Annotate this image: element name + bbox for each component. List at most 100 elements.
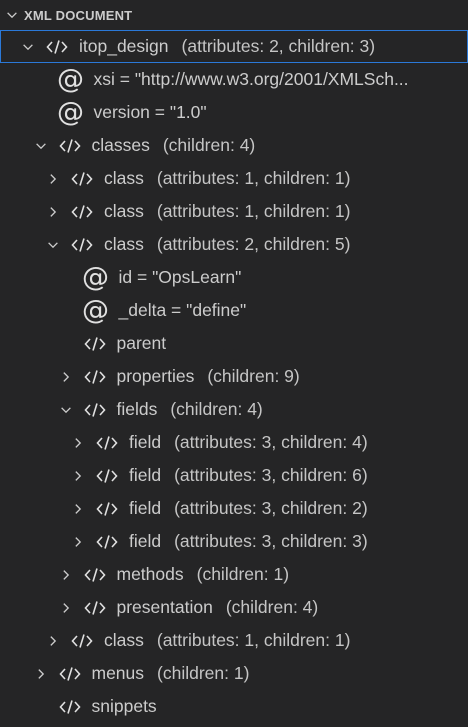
tree-row[interactable]: @ id = "OpsLearn": [0, 261, 468, 294]
tree-row-description: (children: 9): [207, 366, 300, 386]
code-tag-icon: [96, 534, 118, 550]
tree-row-description: (children: 1): [157, 663, 250, 683]
tree-row[interactable]: field (attributes: 3, children: 4): [0, 426, 468, 459]
tree-row-label: snippets: [91, 696, 157, 716]
tree-row-label: properties: [116, 366, 195, 386]
tree-row-label: parent: [116, 333, 167, 353]
chevron-down-icon[interactable]: [20, 39, 36, 55]
code-tag-icon: [83, 336, 106, 352]
at-sign-icon: @: [57, 64, 84, 95]
code-tag-icon: [96, 468, 118, 484]
at-sign-icon: @: [57, 97, 84, 128]
tree-row-label: class: [104, 168, 144, 188]
tree-row-description: (children: 1): [196, 564, 290, 584]
tree-row[interactable]: itop_design (attributes: 2, children: 3): [0, 30, 468, 63]
chevron-down-icon[interactable]: [4, 8, 20, 22]
code-tag-icon: [71, 633, 93, 649]
tree-row[interactable]: class (attributes: 2, children: 5): [0, 228, 468, 261]
chevron-right-icon[interactable]: [70, 501, 86, 517]
tree-row-label: field: [129, 498, 162, 518]
tree-row-description: (attributes: 3, children: 4): [174, 432, 368, 452]
tree-row-label: xsi = "http://www.w3.org/2001/XMLSch...: [93, 69, 409, 89]
tree-row-description: (attributes: 2, children: 5): [156, 234, 351, 254]
tree-row[interactable]: @ version = "1.0": [0, 96, 468, 129]
tree-row-label: field: [129, 432, 162, 452]
tree-row-label: class: [104, 201, 144, 221]
tree-row[interactable]: fields (children: 4): [0, 393, 468, 426]
chevron-down-icon[interactable]: [58, 402, 74, 418]
chevron-right-icon[interactable]: [45, 633, 61, 649]
tree-row-description: (children: 4): [162, 135, 256, 155]
code-tag-icon: [71, 204, 93, 220]
tree-row-label: itop_design: [79, 36, 169, 56]
tree-row-label: field: [129, 465, 162, 485]
chevron-right-icon[interactable]: [58, 369, 74, 385]
chevron-right-icon[interactable]: [45, 204, 61, 220]
tree-row[interactable]: field (attributes: 3, children: 6): [0, 459, 468, 492]
tree-row-description: (attributes: 2, children: 3): [181, 36, 376, 56]
chevron-right-icon[interactable]: [58, 567, 74, 583]
tree-row-label: class: [104, 234, 144, 254]
tree-row[interactable]: properties (children: 9): [0, 360, 468, 393]
tree-row[interactable]: menus (children: 1): [0, 657, 468, 690]
tree-row-description: (attributes: 1, children: 1): [156, 168, 351, 188]
tree-row-label: classes: [91, 135, 150, 155]
tree-row[interactable]: classes (children: 4): [0, 129, 468, 162]
code-tag-icon: [83, 369, 106, 385]
tree-row[interactable]: parent: [0, 327, 468, 360]
tree-row-label: menus: [91, 663, 145, 683]
tree-row-description: (attributes: 3, children: 6): [174, 465, 368, 485]
code-tag-icon: [83, 402, 106, 418]
tree-row-description: (children: 4): [170, 399, 263, 419]
at-sign-icon: @: [82, 262, 109, 293]
chevron-right-icon[interactable]: [70, 435, 86, 451]
tree-row[interactable]: snippets: [0, 690, 468, 723]
tree-row[interactable]: class (attributes: 1, children: 1): [0, 624, 468, 657]
chevron-down-icon[interactable]: [33, 138, 49, 154]
code-tag-icon: [58, 699, 81, 715]
tree-row-description: (attributes: 1, children: 1): [156, 630, 351, 650]
tree-row[interactable]: field (attributes: 3, children: 3): [0, 525, 468, 558]
tree-row-label: id = "OpsLearn": [118, 267, 242, 287]
chevron-right-icon[interactable]: [45, 171, 61, 187]
xml-document-panel: XML DOCUMENT itop_design (attributes: 2, …: [0, 0, 468, 727]
code-tag-icon: [83, 600, 106, 616]
tree-row[interactable]: class (attributes: 1, children: 1): [0, 162, 468, 195]
tree-row-label: presentation: [116, 597, 213, 617]
code-tag-icon: [58, 666, 81, 682]
chevron-right-icon[interactable]: [58, 600, 74, 616]
tree-row-label: _delta = "define": [118, 300, 247, 320]
tree-row[interactable]: methods (children: 1): [0, 558, 468, 591]
tree-row-label: field: [129, 531, 162, 551]
code-tag-icon: [46, 39, 68, 55]
panel-header[interactable]: XML DOCUMENT: [0, 0, 468, 30]
code-tag-icon: [83, 567, 106, 583]
chevron-right-icon[interactable]: [33, 666, 49, 682]
tree-row[interactable]: @ _delta = "define": [0, 294, 468, 327]
tree-row[interactable]: @ xsi = "http://www.w3.org/2001/XMLSch...: [0, 63, 468, 96]
code-tag-icon: [96, 501, 118, 517]
chevron-down-icon[interactable]: [45, 237, 61, 253]
code-tag-icon: [58, 138, 81, 154]
tree-row-label: class: [104, 630, 144, 650]
tree-row-label: version = "1.0": [93, 102, 207, 122]
chevron-right-icon[interactable]: [70, 468, 86, 484]
at-sign-icon: @: [82, 295, 109, 326]
chevron-right-icon[interactable]: [70, 534, 86, 550]
tree-row[interactable]: presentation (children: 4): [0, 591, 468, 624]
tree-row-description: (children: 4): [225, 597, 319, 617]
tree-row-description: (attributes: 3, children: 3): [174, 531, 368, 551]
tree-row-label: fields: [116, 399, 158, 419]
tree-row-description: (attributes: 1, children: 1): [156, 201, 351, 221]
tree-row-description: (attributes: 3, children: 2): [174, 498, 368, 518]
tree-row[interactable]: class (attributes: 1, children: 1): [0, 195, 468, 228]
code-tag-icon: [71, 237, 93, 253]
tree-row-label: methods: [116, 564, 184, 584]
tree-row[interactable]: field (attributes: 3, children: 2): [0, 492, 468, 525]
